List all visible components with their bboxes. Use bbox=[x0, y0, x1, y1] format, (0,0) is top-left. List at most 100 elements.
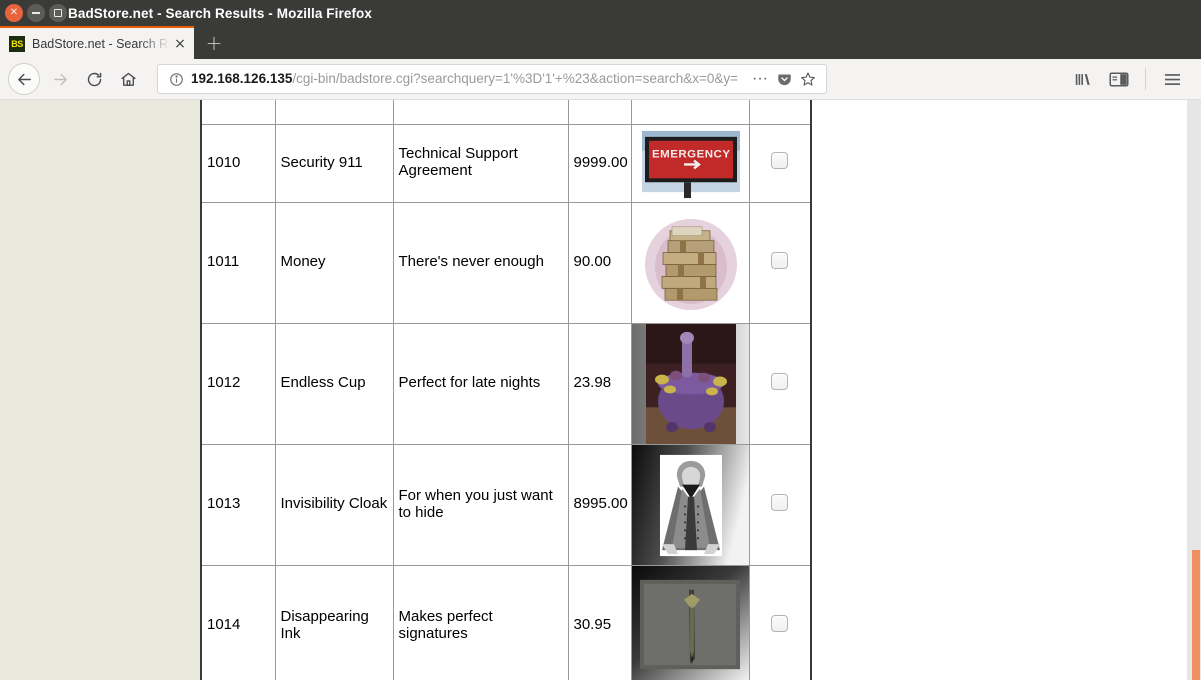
select-item-checkbox[interactable] bbox=[771, 152, 789, 170]
toolbar-separator bbox=[1145, 68, 1146, 90]
table-row[interactable]: 1013 Invisibility Cloak For when you jus… bbox=[200, 443, 812, 566]
cell-description: Perfect for late nights bbox=[392, 322, 569, 445]
close-icon: ✕ bbox=[9, 7, 19, 18]
cell-description: Makes perfect signatures bbox=[392, 564, 569, 680]
minimize-window-button[interactable] bbox=[27, 4, 45, 22]
forward-arrow-icon bbox=[53, 73, 67, 85]
cell-image bbox=[630, 322, 750, 445]
cell-image bbox=[630, 443, 750, 566]
hooded-cloak-thumbnail bbox=[632, 445, 748, 564]
cell-select[interactable] bbox=[748, 443, 812, 566]
table-row[interactable]: 1012 Endless Cup Perfect for late nights… bbox=[200, 322, 812, 445]
cell-itemnum bbox=[200, 100, 276, 125]
title-bar: ✕ BadStore.net - Search Results - Mozill… bbox=[0, 0, 1201, 26]
page-content: 10 9 11 1010 Security 911 Technical Supp… bbox=[0, 100, 1201, 680]
maximize-icon bbox=[54, 9, 62, 17]
cell-price: 8995.00 bbox=[567, 443, 632, 566]
app-menu-button[interactable] bbox=[1155, 62, 1189, 96]
cell-name: Security 911 bbox=[274, 123, 394, 203]
home-button[interactable] bbox=[111, 62, 145, 96]
cell-price: 30.95 bbox=[567, 564, 632, 680]
cell-select[interactable] bbox=[748, 100, 812, 125]
cell-name: Money bbox=[274, 201, 394, 324]
cell-description: Technical Support Agreement bbox=[392, 123, 569, 203]
new-tab-button[interactable]: + bbox=[194, 26, 234, 59]
table-row[interactable]: 10 9 11 bbox=[200, 100, 812, 125]
table-row[interactable]: 1011 Money There's never enough 90.00 bbox=[200, 201, 812, 324]
cell-description: For when you just want to hide bbox=[392, 443, 569, 566]
hamburger-menu-icon bbox=[1164, 73, 1180, 85]
window-title: BadStore.net - Search Results - Mozilla … bbox=[68, 5, 373, 21]
cell-price: 9999.00 bbox=[567, 123, 632, 203]
forward-button[interactable] bbox=[43, 62, 77, 96]
cell-image: EMERGENCY bbox=[630, 123, 750, 203]
stacks-of-money-thumbnail bbox=[632, 203, 748, 322]
maximize-window-button[interactable] bbox=[49, 4, 67, 22]
cell-description: There's never enough bbox=[392, 201, 569, 324]
url-path: /cgi-bin/badstore.cgi?searchquery=1'%3D'… bbox=[292, 72, 738, 86]
purple-cauldron-cup-thumbnail bbox=[632, 324, 748, 443]
cell-select[interactable] bbox=[748, 564, 812, 680]
quill-pen-thumbnail bbox=[632, 566, 748, 680]
bookmark-star-icon[interactable] bbox=[796, 67, 820, 91]
svg-text:EMERGENCY: EMERGENCY bbox=[652, 148, 731, 160]
tab-badstore-search-results[interactable]: BS BadStore.net - Search Re × bbox=[0, 26, 194, 59]
cell-description bbox=[392, 100, 569, 125]
library-button[interactable] bbox=[1066, 62, 1100, 96]
cell-name: Disappearing Ink bbox=[274, 564, 394, 680]
select-item-checkbox[interactable] bbox=[771, 251, 789, 269]
minimize-icon bbox=[32, 12, 40, 14]
cell-itemnum: 1013 bbox=[200, 443, 276, 566]
site-identity-info-icon[interactable] bbox=[167, 70, 185, 88]
cell-select[interactable] bbox=[748, 201, 812, 324]
badstore-favicon-icon: BS bbox=[9, 35, 25, 52]
address-bar[interactable]: 192.168.126.135/cgi-bin/badstore.cgi?sea… bbox=[157, 64, 827, 94]
cell-itemnum: 1010 bbox=[200, 123, 276, 203]
library-icon bbox=[1075, 73, 1090, 85]
cell-name: Invisibility Cloak bbox=[274, 443, 394, 566]
cell-itemnum: 1012 bbox=[200, 322, 276, 445]
back-arrow-icon bbox=[17, 73, 31, 85]
vertical-scrollbar[interactable] bbox=[1187, 100, 1201, 680]
search-results-table: 10 9 11 1010 Security 911 Technical Supp… bbox=[200, 100, 812, 680]
select-item-checkbox[interactable] bbox=[771, 372, 789, 390]
cell-itemnum: 1014 bbox=[200, 564, 276, 680]
toolbar-right-group bbox=[1066, 62, 1193, 96]
url-text[interactable]: 192.168.126.135/cgi-bin/badstore.cgi?sea… bbox=[191, 72, 748, 86]
cell-select[interactable] bbox=[748, 322, 812, 445]
cell-name: Endless Cup bbox=[274, 322, 394, 445]
select-item-checkbox[interactable] bbox=[771, 614, 789, 632]
select-item-checkbox[interactable] bbox=[771, 493, 789, 511]
table-row[interactable]: 1014 Disappearing Ink Makes perfect sign… bbox=[200, 564, 812, 680]
cell-select[interactable] bbox=[748, 123, 812, 203]
url-host: 192.168.126.135 bbox=[191, 72, 293, 86]
cell-name bbox=[274, 100, 394, 125]
close-window-button[interactable]: ✕ bbox=[5, 4, 23, 22]
back-button[interactable] bbox=[8, 63, 40, 95]
cell-image bbox=[630, 564, 750, 680]
scrollbar-thumb[interactable] bbox=[1192, 550, 1200, 680]
window-controls: ✕ bbox=[0, 4, 67, 22]
browser-window: ✕ BadStore.net - Search Results - Mozill… bbox=[0, 0, 1201, 680]
table-row[interactable]: 1010 Security 911 Technical Support Agre… bbox=[200, 123, 812, 203]
emergency-sign-thumbnail: EMERGENCY bbox=[632, 125, 748, 201]
cell-price bbox=[567, 100, 632, 125]
cell-price: 23.98 bbox=[567, 322, 632, 445]
cell-image bbox=[630, 201, 750, 324]
page-actions-button[interactable]: ··· bbox=[748, 67, 772, 91]
cell-itemnum: 1011 bbox=[200, 201, 276, 324]
reload-button[interactable] bbox=[77, 62, 111, 96]
watch-thumbnail: 10 9 11 bbox=[632, 100, 748, 123]
cell-image: 10 9 11 bbox=[630, 100, 750, 125]
home-icon bbox=[120, 72, 136, 86]
sidebar-button[interactable] bbox=[1102, 62, 1136, 96]
close-tab-icon[interactable]: × bbox=[172, 36, 188, 52]
navigation-toolbar: 192.168.126.135/cgi-bin/badstore.cgi?sea… bbox=[0, 59, 1201, 100]
reload-icon bbox=[87, 72, 101, 86]
cell-price: 90.00 bbox=[567, 201, 632, 324]
sidebar-icon bbox=[1109, 72, 1129, 86]
tab-title: BadStore.net - Search Re bbox=[32, 36, 170, 51]
search-results-body: 10 9 11 1010 Security 911 Technical Supp… bbox=[200, 100, 812, 680]
tab-strip: BS BadStore.net - Search Re × + bbox=[0, 26, 1201, 59]
pocket-save-icon[interactable] bbox=[772, 67, 796, 91]
